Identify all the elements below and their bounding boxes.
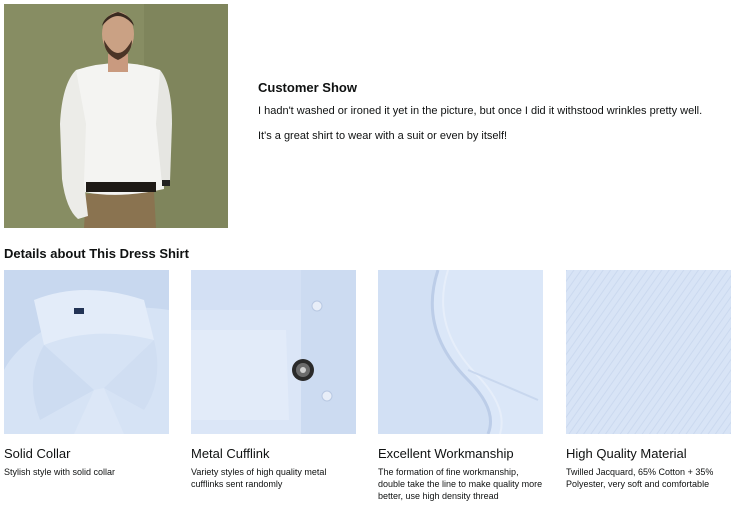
detail-title: Excellent Workmanship xyxy=(378,446,514,461)
detail-description: Variety styles of high quality metal cuf… xyxy=(191,467,327,489)
cufflink-image xyxy=(191,270,356,434)
detail-card-metal-cufflink: Metal Cufflink Variety styles of high qu… xyxy=(191,270,356,490)
customer-show-block: Customer Show I hadn't washed or ironed … xyxy=(258,80,728,154)
detail-description: The formation of fine workmanship, doubl… xyxy=(378,467,543,501)
detail-title: High Quality Material xyxy=(566,446,687,461)
detail-description: Stylish style with solid collar xyxy=(4,467,116,477)
detail-description: Twilled Jacquard, 65% Cotton + 35% Polye… xyxy=(566,467,714,489)
detail-title: Solid Collar xyxy=(4,446,71,461)
collar-image xyxy=(4,270,169,434)
fabric-image xyxy=(566,270,731,434)
detail-title: Metal Cufflink xyxy=(191,446,270,461)
workmanship-image xyxy=(378,270,543,434)
customer-photo xyxy=(4,4,228,228)
customer-show-title: Customer Show xyxy=(258,80,357,95)
customer-show-paragraph: It's a great shirt to wear with a suit o… xyxy=(258,130,508,142)
detail-card-high-quality-material: High Quality Material Twilled Jacquard, … xyxy=(566,270,731,490)
details-section-title: Details about This Dress Shirt xyxy=(4,246,189,261)
detail-card-excellent-workmanship: Excellent Workmanship The formation of f… xyxy=(378,270,543,502)
detail-card-solid-collar: Solid Collar Stylish style with solid co… xyxy=(4,270,169,478)
customer-show-paragraph: I hadn't washed or ironed it yet in the … xyxy=(258,105,703,117)
